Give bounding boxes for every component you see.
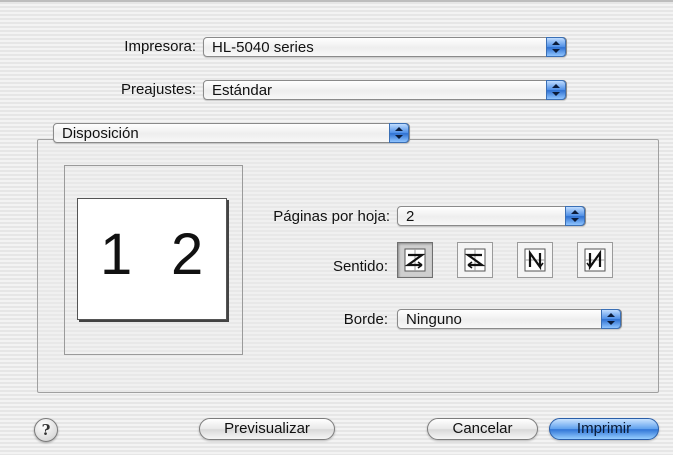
window-top-border bbox=[0, 0, 673, 2]
orientation-s-button[interactable] bbox=[457, 242, 493, 278]
popup-arrows-icon bbox=[546, 80, 566, 100]
cancel-button[interactable]: Cancelar bbox=[427, 418, 538, 440]
presets-label: Preajustes: bbox=[120, 81, 196, 98]
orientation-n-reverse-icon bbox=[524, 248, 546, 272]
orientation-n-icon bbox=[584, 248, 606, 272]
help-button[interactable]: ? bbox=[34, 418, 58, 442]
printer-popup[interactable]: HL-5040 series bbox=[203, 37, 567, 57]
preview-button[interactable]: Previsualizar bbox=[199, 418, 335, 440]
pages-per-sheet-value: 2 bbox=[406, 208, 415, 225]
popup-arrows-icon bbox=[565, 206, 585, 226]
orientation-n-button[interactable] bbox=[577, 242, 613, 278]
popup-arrows-icon bbox=[546, 37, 566, 57]
popup-arrows-icon bbox=[601, 309, 621, 329]
pages-per-sheet-popup[interactable]: 2 bbox=[397, 206, 586, 226]
border-value: Ninguno bbox=[406, 311, 462, 328]
orientation-n-reverse-button[interactable] bbox=[517, 242, 553, 278]
panel-popup[interactable]: Disposición bbox=[53, 123, 410, 143]
presets-value: Estándar bbox=[212, 82, 273, 99]
popup-arrows-icon bbox=[389, 123, 409, 143]
orientation-z-button[interactable] bbox=[397, 242, 433, 278]
panel-value: Disposición bbox=[62, 125, 139, 142]
orientation-s-icon bbox=[464, 248, 486, 272]
print-button[interactable]: Imprimir bbox=[549, 418, 659, 440]
orientation-z-icon bbox=[404, 248, 426, 272]
border-label: Borde: bbox=[343, 311, 388, 328]
layout-preview-page: 1 2 bbox=[77, 198, 227, 320]
preview-page-number-left: 1 bbox=[100, 222, 133, 287]
orientation-label: Sentido: bbox=[332, 258, 388, 275]
border-popup[interactable]: Ninguno bbox=[397, 309, 622, 329]
printer-value: HL-5040 series bbox=[212, 39, 314, 56]
printer-label: Impresora: bbox=[124, 38, 196, 55]
pages-per-sheet-label: Páginas por hoja: bbox=[273, 208, 390, 225]
presets-popup[interactable]: Estándar bbox=[203, 80, 567, 100]
preview-page-number-right: 2 bbox=[171, 222, 204, 287]
